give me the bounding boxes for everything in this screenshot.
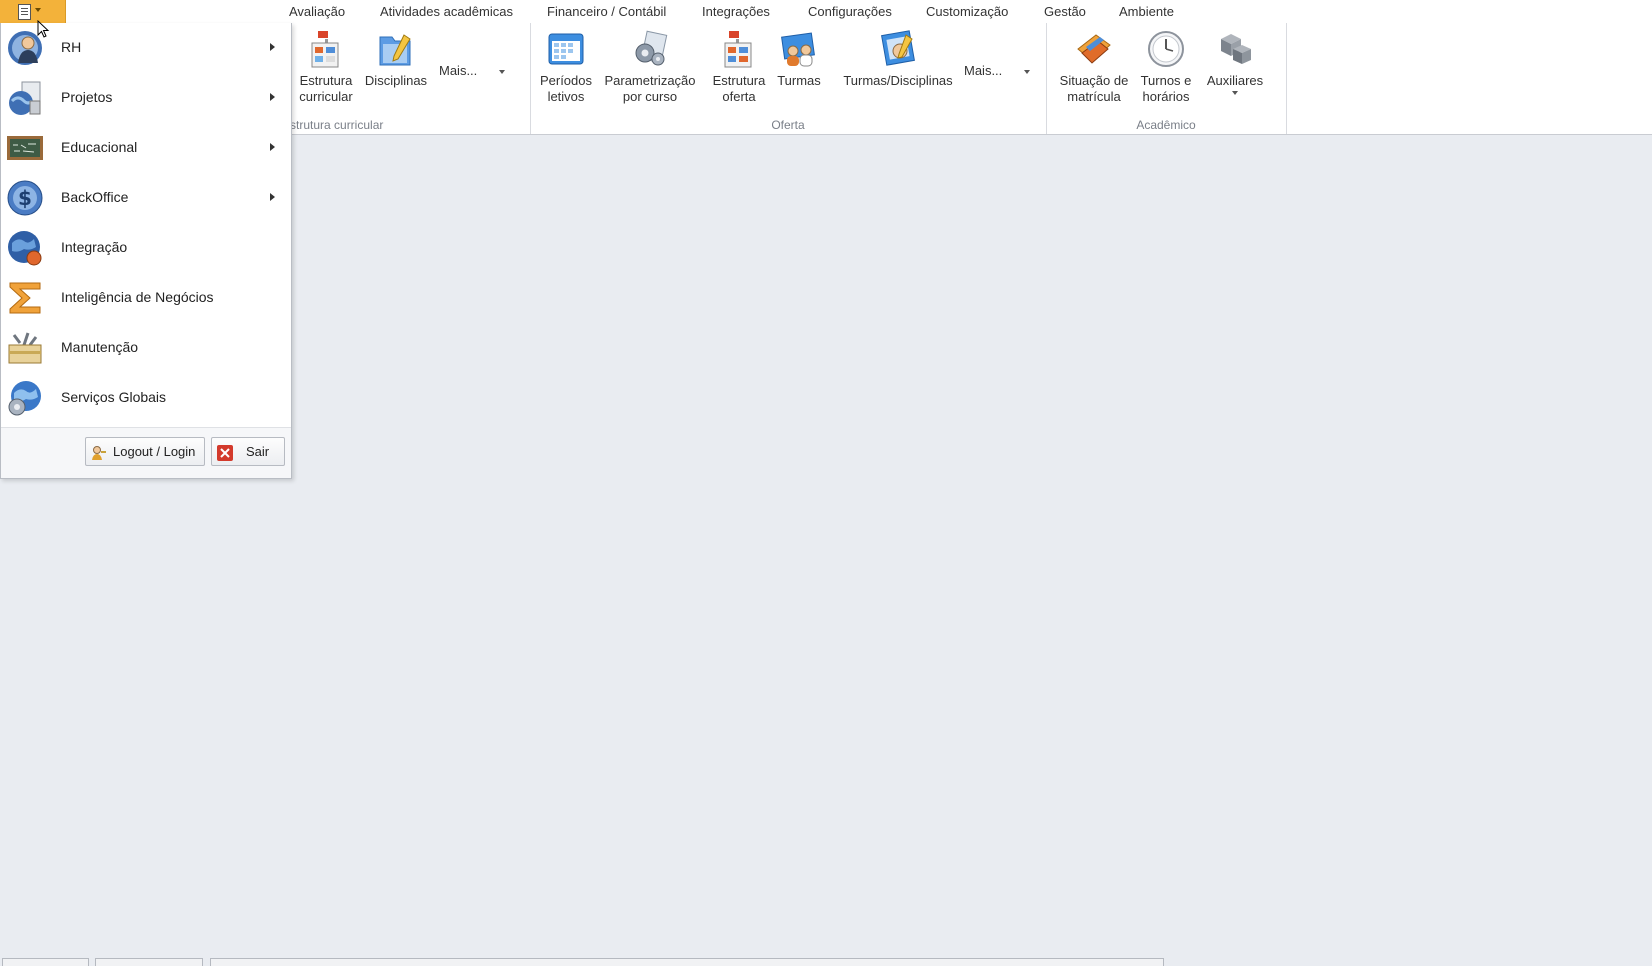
application-menu-button[interactable] [0, 0, 66, 23]
ribbon-group-estrutura-curricular: Estrutura curricular Disciplinas Mais...… [290, 23, 531, 134]
menu-item-servicos-globais[interactable]: Serviços Globais [1, 373, 291, 423]
application-menu: RH Projetos Educacional $ BackOffice Int… [0, 23, 292, 479]
enrollment-status-icon [1074, 29, 1114, 69]
auxiliary-cubes-icon [1215, 29, 1255, 69]
disciplinas-button[interactable]: Disciplinas [361, 29, 431, 89]
chevron-right-icon [270, 43, 275, 51]
mais-dropdown-estrutura[interactable]: Mais... [439, 63, 506, 78]
chevron-right-icon [270, 93, 275, 101]
toolbox-icon [6, 329, 44, 367]
chevron-right-icon [270, 143, 275, 151]
class-group-icon [779, 29, 819, 69]
mais-dropdown-oferta[interactable]: Mais... [964, 63, 1031, 78]
chalkboard-icon [6, 129, 44, 167]
dollar-coin-icon: $ [6, 179, 44, 217]
folder-pencil-icon [376, 29, 416, 69]
clock-icon [1146, 29, 1186, 69]
calendar-icon [546, 29, 586, 69]
situacao-de-matricula-button[interactable]: Situação de matrícula [1058, 29, 1130, 105]
projects-icon [6, 79, 44, 117]
tab-integracoes[interactable]: Integrações [702, 3, 770, 20]
classes-subjects-icon [878, 29, 918, 69]
ribbon-group-oferta: Períodos letivos Parametrização por curs… [530, 23, 1047, 134]
turnos-e-horarios-button[interactable]: Turnos e horários [1138, 29, 1194, 105]
menu-item-backoffice[interactable]: $ BackOffice [1, 173, 291, 223]
curriculum-structure-icon [306, 29, 346, 69]
menu-item-integracao[interactable]: Integração [1, 223, 291, 273]
globe-integration-icon [6, 229, 44, 267]
chevron-down-icon [1024, 69, 1031, 74]
document-icon [18, 4, 31, 20]
turmas-button[interactable]: Turmas [774, 29, 824, 89]
exit-button[interactable]: Sair [211, 437, 285, 466]
globe-gear-icon [6, 379, 44, 417]
close-icon [217, 443, 233, 461]
menu-item-manutencao[interactable]: Manutenção [1, 323, 291, 373]
chevron-down-icon [499, 69, 506, 74]
chevron-down-icon [35, 8, 41, 12]
tab-gestao[interactable]: Gestão [1044, 3, 1086, 20]
logout-login-button[interactable]: Logout / Login [85, 437, 205, 466]
estrutura-curricular-button[interactable]: Estrutura curricular [295, 29, 357, 105]
group-label: strutura curricular [290, 118, 384, 132]
tab-configuracoes[interactable]: Configurações [808, 3, 892, 20]
turmas-disciplinas-button[interactable]: Turmas/Disciplinas [840, 29, 956, 89]
mouse-cursor-icon [37, 19, 51, 43]
group-label: Acadêmico [1136, 118, 1196, 132]
menu-item-educacional[interactable]: Educacional [1, 123, 291, 173]
ribbon-group-academico: Situação de matrícula Turnos e horários [1046, 23, 1287, 134]
ribbon-tab-strip: Avaliação Atividades acadêmicas Financei… [0, 0, 1652, 24]
tab-atividades-academicas[interactable]: Atividades acadêmicas [380, 3, 513, 20]
tab-financeiro-contabil[interactable]: Financeiro / Contábil [547, 3, 666, 20]
user-key-icon [91, 443, 107, 460]
svg-text:$: $ [18, 186, 32, 210]
chevron-down-icon [1232, 91, 1238, 95]
menu-item-projetos[interactable]: Projetos [1, 73, 291, 123]
estrutura-oferta-button[interactable]: Estrutura oferta [708, 29, 770, 105]
application-menu-footer: Logout / Login Sair [1, 427, 291, 478]
gears-document-icon [630, 29, 670, 69]
tab-ambiente[interactable]: Ambiente [1119, 3, 1174, 20]
periodos-letivos-button[interactable]: Períodos letivos [538, 29, 594, 105]
tab-customizacao[interactable]: Customização [926, 3, 1008, 20]
sigma-icon [6, 279, 44, 317]
auxiliares-button[interactable]: Auxiliares [1204, 29, 1266, 95]
parametrizacao-por-curso-button[interactable]: Parametrização por curso [602, 29, 698, 105]
offer-structure-icon [719, 29, 759, 69]
chevron-right-icon [270, 193, 275, 201]
group-label: Oferta [771, 118, 805, 132]
tab-avaliacao[interactable]: Avaliação [289, 3, 345, 20]
menu-item-inteligencia-de-negocios[interactable]: Inteligência de Negócios [1, 273, 291, 323]
